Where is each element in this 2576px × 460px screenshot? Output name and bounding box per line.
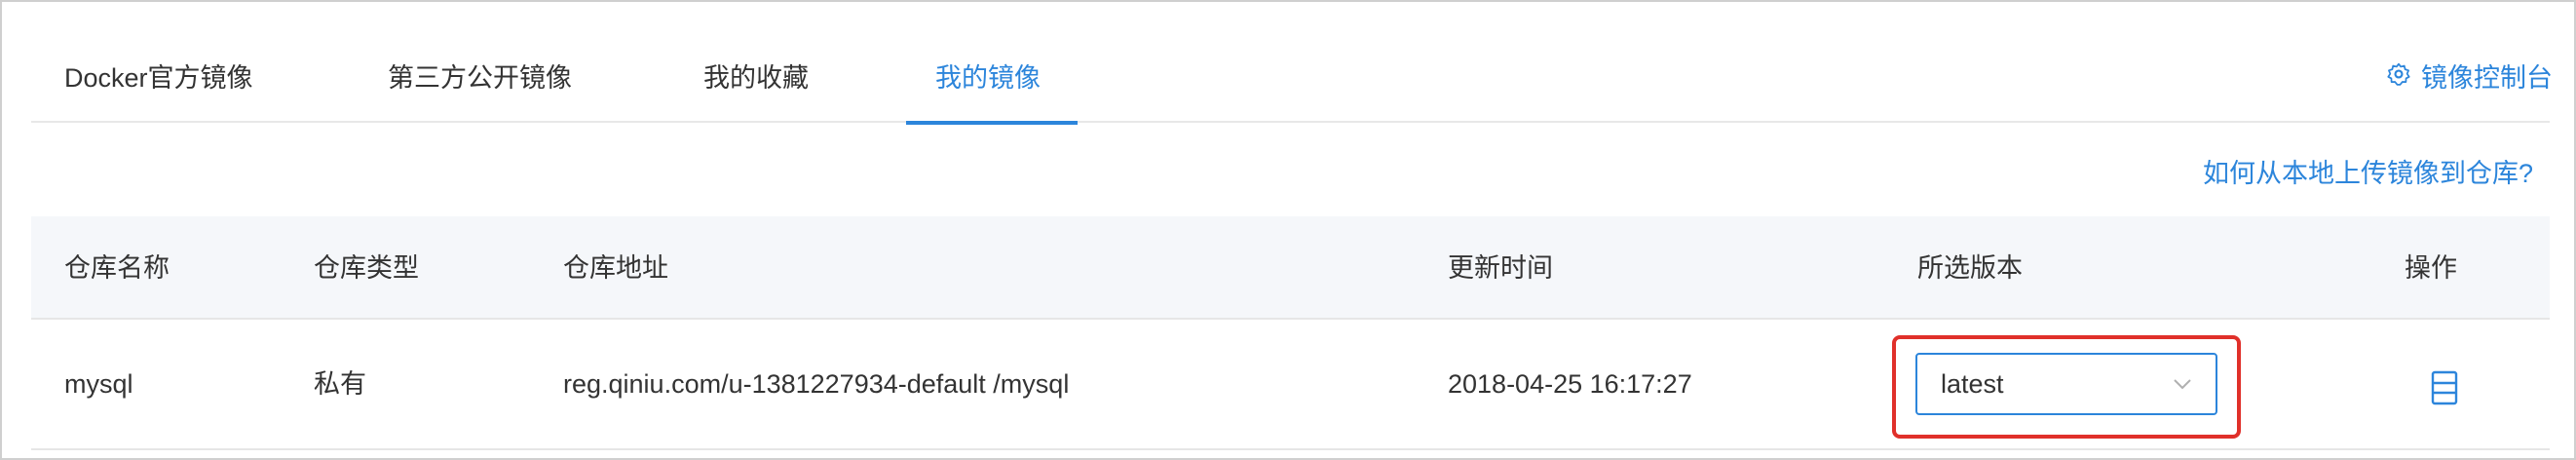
document-icon[interactable]	[2430, 370, 2459, 405]
column-header-name: 仓库名称	[64, 253, 170, 283]
image-panel: Docker官方镜像 第三方公开镜像 我的收藏 我的镜像 镜像控制台 如何从本地…	[0, 0, 2576, 460]
tab-bar: Docker官方镜像 第三方公开镜像 我的收藏 我的镜像	[31, 39, 2550, 125]
image-console-link[interactable]: 镜像控制台	[2386, 58, 2553, 97]
tab-label: 第三方公开镜像	[388, 63, 572, 93]
updated-time-cell: 2018-04-25 16:17:27	[1448, 369, 1692, 399]
gear-icon	[2386, 58, 2411, 97]
tab-label: 我的镜像	[935, 63, 1041, 93]
repo-type-cell: 私有	[314, 369, 366, 399]
column-header-version: 所选版本	[1917, 253, 2023, 283]
chevron-down-icon	[2171, 355, 2194, 413]
column-header-type: 仓库类型	[314, 253, 419, 283]
tab-third-party[interactable]: 第三方公开镜像	[388, 58, 572, 123]
image-table: 仓库名称 仓库类型 仓库地址 更新时间 所选版本 操作 mysql 私有 reg…	[31, 216, 2550, 450]
version-select-value: latest	[1941, 369, 2004, 399]
version-select[interactable]: latest	[1915, 353, 2217, 415]
repo-name-cell: mysql	[64, 369, 133, 399]
column-header-updated: 更新时间	[1448, 253, 1553, 283]
tab-label: Docker官方镜像	[64, 63, 253, 93]
active-tab-indicator	[906, 121, 1078, 125]
tab-my-images[interactable]: 我的镜像	[906, 58, 1078, 125]
tab-favorites[interactable]: 我的收藏	[703, 58, 809, 123]
tab-docker-official[interactable]: Docker官方镜像	[64, 58, 253, 123]
column-header-address: 仓库地址	[563, 253, 668, 283]
column-header-action: 操作	[2405, 253, 2457, 283]
upload-help-link[interactable]: 如何从本地上传镜像到仓库?	[2203, 154, 2533, 193]
tab-label: 我的收藏	[703, 63, 809, 93]
console-link-label: 镜像控制台	[2421, 63, 2553, 93]
repo-address-cell: reg.qiniu.com/u-1381227934-default /mysq…	[563, 369, 1070, 399]
table-header: 仓库名称 仓库类型 仓库地址 更新时间 所选版本 操作	[31, 216, 2550, 320]
